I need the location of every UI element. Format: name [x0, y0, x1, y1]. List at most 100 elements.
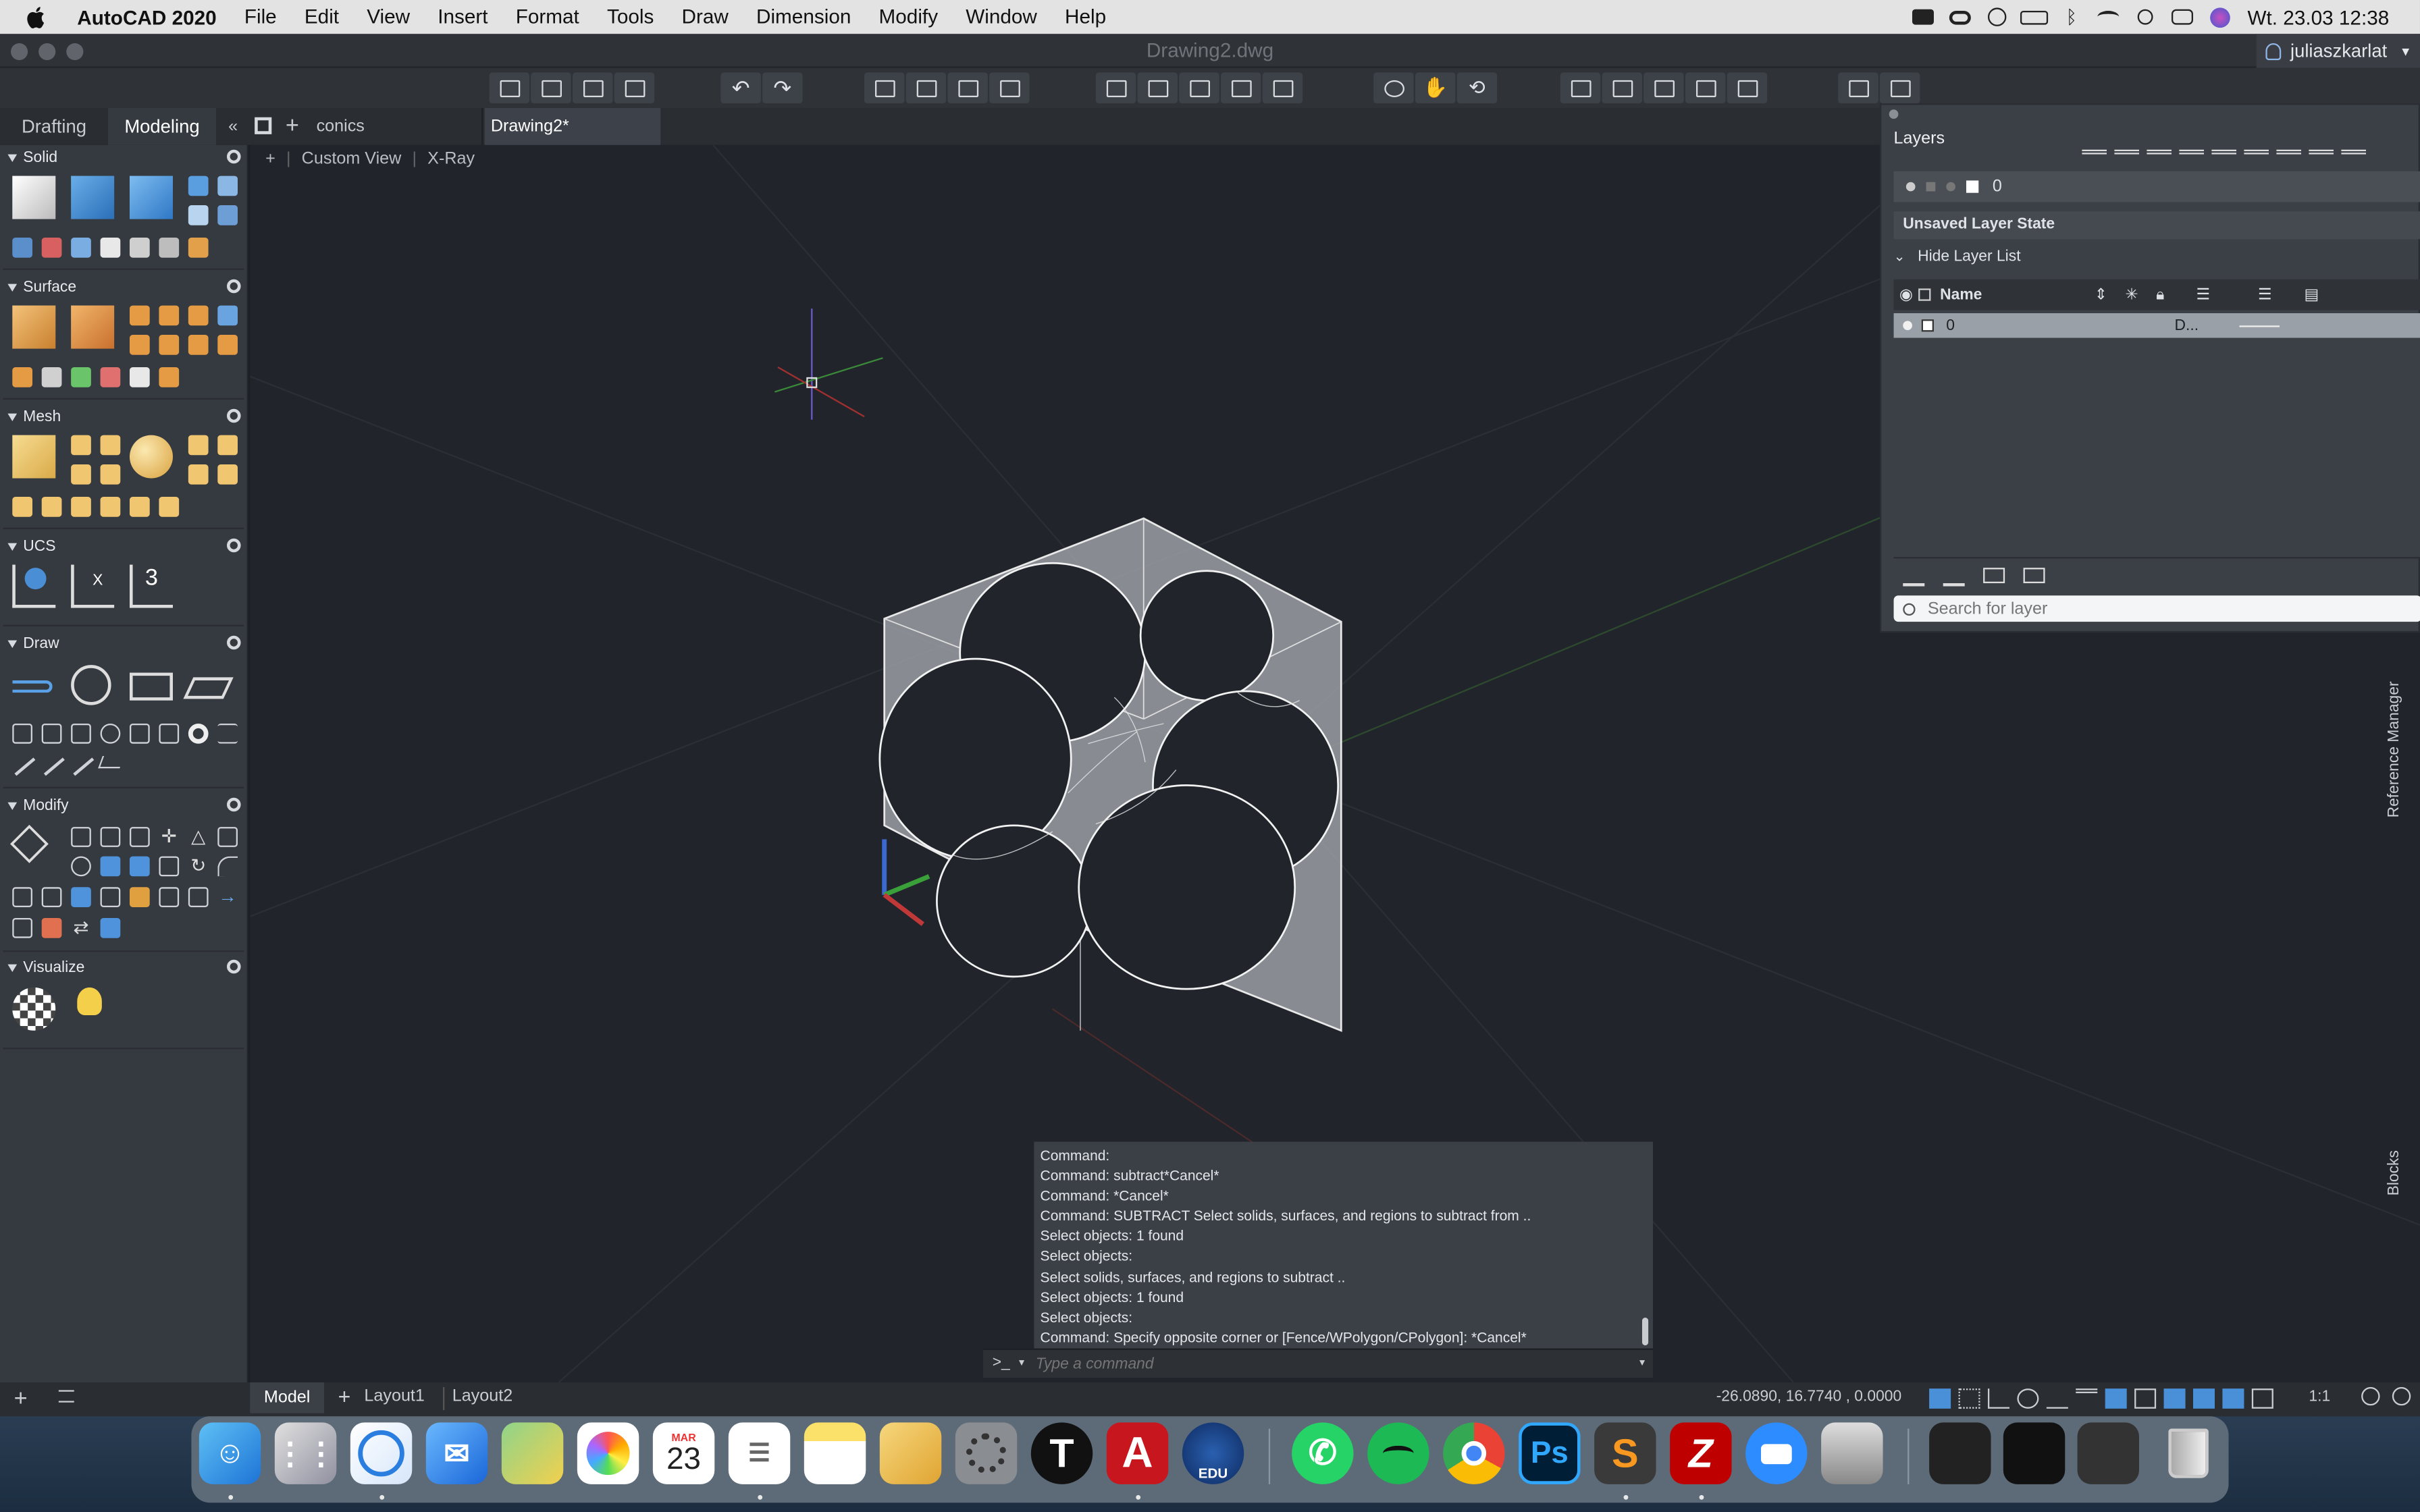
chevron-down-icon[interactable]: ▼	[1637, 1359, 1647, 1369]
attach-button[interactable]	[1179, 72, 1219, 104]
save-button[interactable]	[572, 72, 613, 104]
mesh-tool-7-icon[interactable]	[188, 464, 209, 485]
lights-bulb-icon[interactable]	[71, 987, 114, 1031]
photoshop-icon[interactable]: Ps	[1519, 1422, 1581, 1484]
modify-tool-2-icon[interactable]	[100, 827, 121, 847]
modify-tool-3-icon[interactable]	[129, 827, 150, 847]
zoom-window-icon[interactable]	[1373, 72, 1414, 104]
network-surface-icon[interactable]	[12, 305, 56, 349]
fillet-icon[interactable]	[217, 856, 238, 877]
menu-format[interactable]: Format	[502, 0, 593, 34]
customize-gear-icon[interactable]	[2392, 1386, 2411, 1406]
hatch-icon[interactable]	[183, 665, 234, 708]
preview-icon[interactable]	[1821, 1422, 1883, 1484]
typora-icon[interactable]: T	[1030, 1422, 1093, 1484]
tab-layout2[interactable]: Layout2	[442, 1386, 514, 1411]
mesh-tool-5-icon[interactable]	[188, 435, 209, 456]
section-mesh[interactable]: Mesh	[0, 404, 248, 429]
draw-tool-3-icon[interactable]	[71, 723, 91, 744]
undo-button[interactable]: ↶	[720, 72, 761, 104]
zoom-icon[interactable]	[1745, 1422, 1808, 1484]
gear-icon[interactable]	[226, 408, 241, 423]
gear-icon[interactable]	[226, 538, 241, 553]
workspace-button[interactable]	[1838, 72, 1878, 104]
control-center-icon[interactable]	[2164, 0, 2201, 34]
surface-tool-14-icon[interactable]	[159, 367, 180, 387]
snap-icon[interactable]	[1958, 1388, 1980, 1409]
coordinates-readout[interactable]: -26.0890, 16.7740 , 0.0000	[1716, 1388, 1902, 1405]
draw-tool-7-icon[interactable]	[12, 756, 35, 776]
wifi-icon[interactable]	[2090, 0, 2127, 34]
menu-window[interactable]: Window	[952, 0, 1051, 34]
render-button[interactable]	[1262, 72, 1303, 104]
transparency-icon[interactable]	[2105, 1388, 2127, 1409]
draw-tool-2-icon[interactable]	[41, 723, 62, 744]
3d-move-gizmo-icon[interactable]	[9, 824, 55, 870]
mesh-tool-12-icon[interactable]	[100, 496, 121, 517]
solid-tool-3-icon[interactable]	[71, 237, 91, 258]
mesh-tool-9-icon[interactable]	[12, 496, 32, 517]
gear-icon[interactable]	[226, 797, 241, 812]
modify-tool-10-icon[interactable]	[41, 887, 62, 907]
current-layer-dropdown[interactable]: 0	[1893, 171, 2420, 202]
delete-layer-icon[interactable]	[2147, 133, 2172, 155]
modify-tool-17-icon[interactable]	[100, 917, 121, 938]
solid-tool-5-icon[interactable]	[129, 237, 150, 258]
match-properties-button[interactable]	[1602, 72, 1642, 104]
siri-icon[interactable]	[2201, 0, 2238, 34]
chevron-down-icon[interactable]: ▼	[1017, 1359, 1026, 1369]
pages-icon[interactable]	[879, 1422, 942, 1484]
properties-button[interactable]	[1560, 72, 1601, 104]
menu-edit[interactable]: Edit	[290, 0, 352, 34]
tab-model[interactable]: Model	[250, 1382, 324, 1413]
play-icon[interactable]	[1979, 0, 2016, 34]
section-surface[interactable]: Surface	[0, 275, 248, 300]
mail-icon[interactable]: ✉	[425, 1422, 488, 1484]
sublime-text-icon[interactable]: S	[1594, 1422, 1656, 1484]
open-file-button[interactable]	[531, 72, 571, 104]
visibility-dot-icon[interactable]	[1903, 321, 1912, 331]
isodraft-icon[interactable]	[2046, 1388, 2068, 1409]
new-tab-plus-icon[interactable]: +	[286, 108, 307, 145]
collapse-palette-icon[interactable]: «	[221, 108, 246, 145]
publish-button[interactable]	[989, 72, 1030, 104]
recent-item-1-icon[interactable]	[1929, 1422, 1991, 1484]
battery-icon[interactable]	[2016, 0, 2053, 34]
tool-palettes-button[interactable]	[1727, 72, 1768, 104]
finder-icon[interactable]: ☺	[199, 1422, 261, 1484]
column-name[interactable]: Name	[1940, 286, 2095, 303]
surface-tool-12-icon[interactable]	[100, 367, 121, 387]
autocad-icon[interactable]: A	[1106, 1422, 1169, 1484]
menu-file[interactable]: File	[230, 0, 290, 34]
new-vp-frozen-layer-icon[interactable]	[2114, 133, 2139, 155]
presspull-icon[interactable]	[129, 176, 173, 219]
polyline-icon[interactable]	[12, 665, 55, 708]
grid-view-icon[interactable]	[255, 108, 276, 145]
design-center-button[interactable]	[1685, 72, 1726, 104]
modify-tool-15-icon[interactable]	[12, 917, 32, 938]
apple-icon[interactable]	[25, 5, 50, 30]
user-account[interactable]: juliaszkarlat ▼	[2256, 34, 2420, 68]
modify-tool-8-icon[interactable]	[159, 856, 180, 877]
surface-tool-10-icon[interactable]	[41, 367, 62, 387]
mesh-tool-11-icon[interactable]	[71, 496, 91, 517]
page-setup-button[interactable]	[947, 72, 988, 104]
surface-tool-3-icon[interactable]	[188, 305, 209, 326]
dynamic-ucs-icon[interactable]	[2192, 1388, 2215, 1409]
draw-tool-5-icon[interactable]	[159, 723, 180, 744]
intersect-icon[interactable]	[188, 205, 209, 225]
draw-tool-4-icon[interactable]	[129, 723, 150, 744]
menu-dimension[interactable]: Dimension	[742, 0, 865, 34]
mesh-box-icon[interactable]	[12, 435, 56, 479]
array-icon[interactable]	[71, 887, 91, 907]
filezilla-icon[interactable]: Z	[1670, 1422, 1732, 1484]
selection-cycling-icon[interactable]	[2134, 1388, 2157, 1409]
xref-button[interactable]	[1137, 72, 1178, 104]
reminders-icon[interactable]: ☰	[728, 1422, 791, 1484]
share-button[interactable]	[1220, 72, 1261, 104]
notes-icon[interactable]	[804, 1422, 866, 1484]
photos-icon[interactable]	[577, 1422, 639, 1484]
list-menu-icon[interactable]	[58, 1390, 74, 1403]
ortho-icon[interactable]	[1987, 1388, 2009, 1409]
freeze-column-icon[interactable]: ✳	[2125, 286, 2156, 303]
